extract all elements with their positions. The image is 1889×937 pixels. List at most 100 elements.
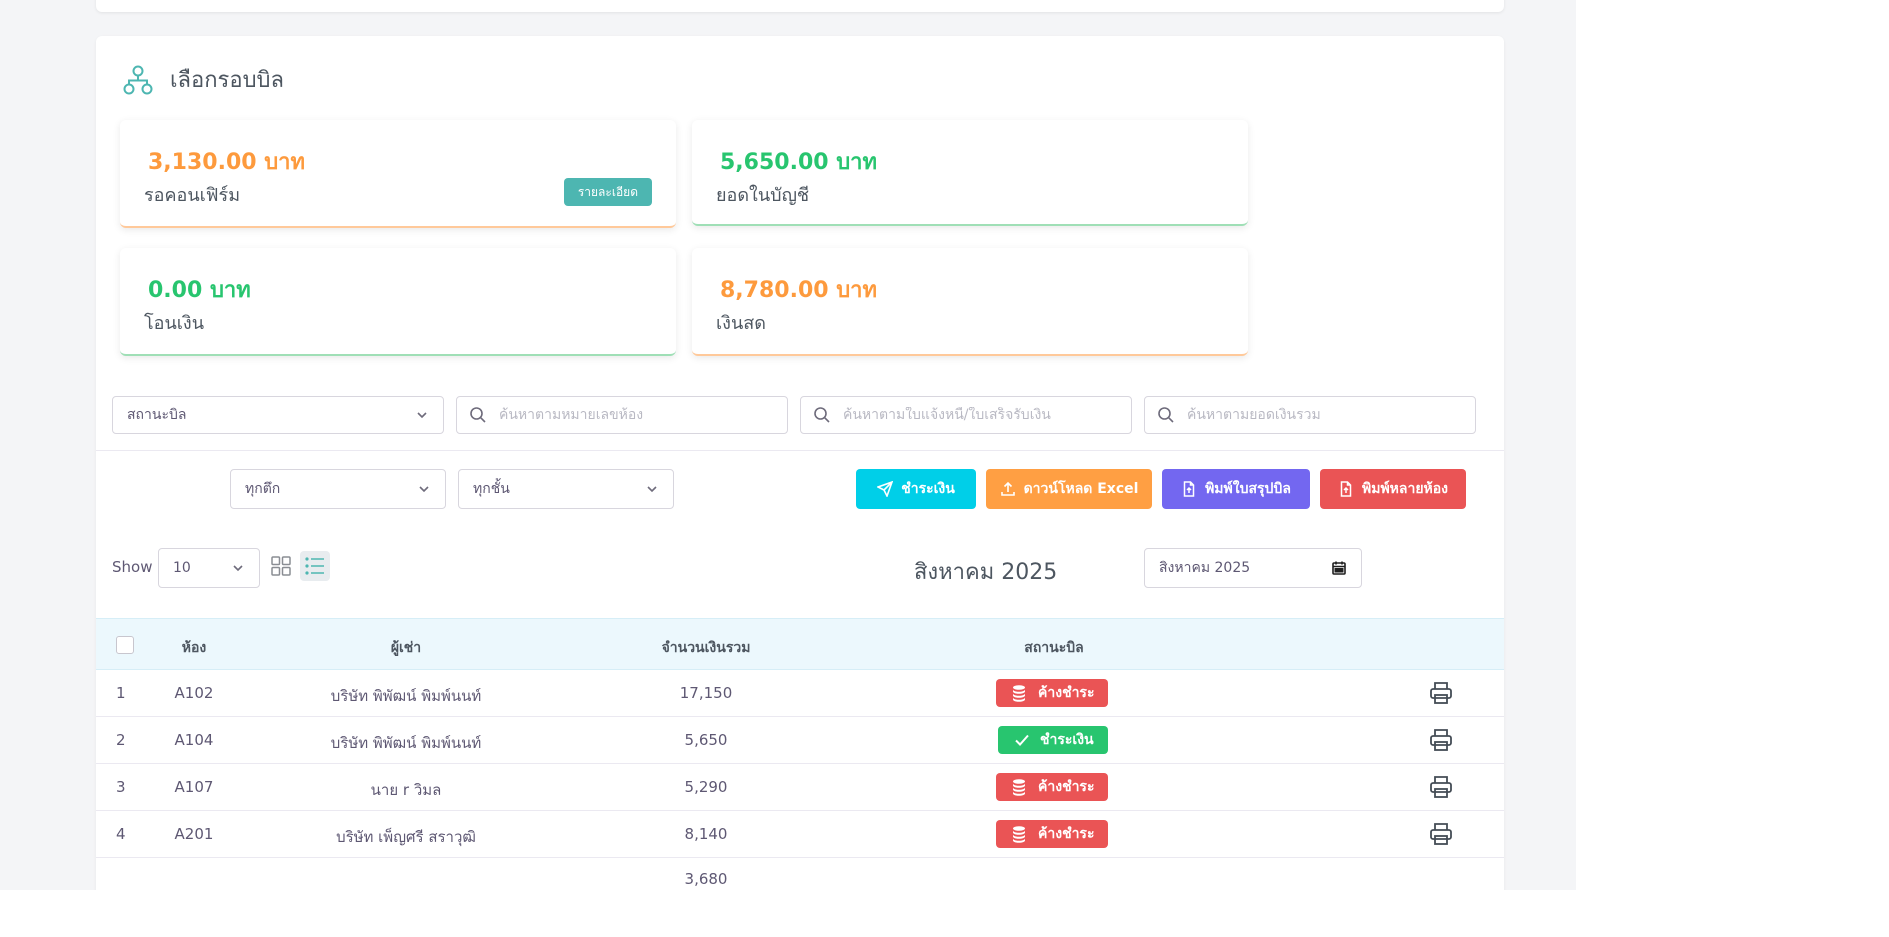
printer-icon[interactable] (1428, 727, 1454, 753)
file-upload-icon (1183, 481, 1195, 497)
row-number: 4 (116, 825, 126, 843)
status-badge[interactable]: ค้างชำระ (996, 773, 1109, 801)
button-label: พิมพ์หลายห้อง (1361, 481, 1449, 497)
stat-label: โอนเงิน (144, 313, 205, 334)
table-row[interactable]: 3 A107 นาย r วิมล 5,290 ค้างชำระ (96, 764, 1504, 811)
list-icon (305, 557, 324, 575)
download-excel-button[interactable]: ดาวน์โหลด Excel (986, 469, 1152, 509)
stat-label: รอคอนเฟิร์ม (144, 185, 241, 206)
send-icon (877, 481, 894, 497)
table-row[interactable]: 1 A102 บริษัท พิพัฒน์ พิมพ์นนท์ 17,150 ค… (96, 670, 1504, 717)
tenant-cell: บริษัท เพ็ญศรี สราวุฒิ (336, 828, 476, 846)
status-badge[interactable]: ชำระเงิน (998, 726, 1108, 754)
print-multiple-button[interactable]: พิมพ์หลายห้อง (1320, 469, 1466, 509)
col-total: จำนวนเงินรวม (661, 640, 751, 656)
status-label: ค้างชำระ (1038, 779, 1095, 795)
printer-icon[interactable] (1428, 680, 1454, 706)
row-number: 1 (116, 684, 126, 702)
button-label: ชำระเงิน (901, 481, 955, 497)
select-value: ทุกชั้น (473, 481, 510, 497)
status-label: ค้างชำระ (1038, 685, 1095, 701)
chevron-down-icon (647, 486, 657, 493)
total-search[interactable] (1144, 396, 1476, 434)
room-search-input[interactable] (499, 407, 775, 423)
col-room: ห้อง (181, 640, 207, 656)
upload-icon (1000, 481, 1015, 496)
stat-label: ยอดในบัญชี (716, 185, 810, 206)
stat-amount: 5,650.00 บาท (720, 150, 878, 175)
previous-card (96, 0, 1504, 12)
stat-amount: 8,780.00 บาท (720, 278, 878, 303)
stat-pending-confirm: 3,130.00 บาท รอคอนเฟิร์ม รายละเอียด (120, 120, 676, 228)
room-cell: A102 (174, 684, 214, 702)
printer-icon[interactable] (1428, 821, 1454, 847)
select-value: 10 (173, 560, 191, 576)
row-number: 3 (116, 778, 126, 796)
pay-button[interactable]: ชำระเงิน (856, 469, 976, 509)
month-picker[interactable]: สิงหาคม 2025 (1144, 548, 1362, 588)
bill-status-select[interactable]: สถานะบิล (112, 396, 444, 434)
chevron-down-icon (417, 412, 427, 419)
room-cell: A107 (174, 778, 214, 796)
total-cell: 5,650 (684, 731, 728, 749)
search-icon (814, 407, 830, 423)
chevron-down-icon (233, 565, 243, 572)
coins-icon (1013, 826, 1025, 843)
bill-cycle-panel: เลือกรอบบิล 3,130.00 บาท รอคอนเฟิร์ม ราย… (96, 36, 1504, 890)
room-search[interactable] (456, 396, 788, 434)
stat-account-balance: 5,650.00 บาท ยอดในบัญชี (692, 120, 1248, 226)
status-label: ชำระเงิน (1040, 732, 1094, 748)
floor-select[interactable]: ทุกชั้น (458, 469, 674, 509)
button-label: พิมพ์ใบสรุปบิล (1205, 481, 1291, 497)
building-select[interactable]: ทุกตึก (230, 469, 446, 509)
list-view-toggle[interactable] (300, 551, 330, 581)
show-label: Show (112, 558, 153, 576)
status-badge[interactable]: ค้างชำระ (996, 820, 1109, 848)
table-header: ห้อง ผู้เช่า จำนวนเงินรวม สถานะบิล (96, 618, 1504, 670)
table-row[interactable]: 4 A201 บริษัท เพ็ญศรี สราวุฒิ 8,140 ค้าง… (96, 811, 1504, 858)
grid-view-toggle[interactable] (266, 551, 296, 581)
search-icon (1158, 407, 1174, 423)
tenant-cell: บริษัท พิพัฒน์ พิมพ์นนท์ (330, 687, 482, 705)
room-cell: A104 (174, 731, 214, 749)
month-value: สิงหาคม 2025 (1159, 560, 1251, 576)
file-upload-icon (1340, 481, 1352, 497)
search-icon (470, 407, 486, 423)
viewport: เลือกรอบบิล 3,130.00 บาท รอคอนเฟิร์ม ราย… (0, 0, 1576, 890)
printer-icon[interactable] (1428, 774, 1454, 800)
panel-header: เลือกรอบบิล (122, 62, 284, 97)
grid-icon (271, 556, 291, 576)
month-title: สิงหาคม 2025 (914, 560, 1058, 585)
page-size-select[interactable]: 10 (158, 548, 260, 588)
total-cell: 3,680 (684, 870, 728, 888)
select-all-checkbox[interactable] (116, 636, 134, 654)
col-tenant: ผู้เช่า (390, 640, 422, 656)
invoice-search[interactable] (800, 396, 1132, 434)
sitemap-icon (123, 65, 153, 94)
panel-title: เลือกรอบบิล (170, 68, 284, 93)
calendar-icon (1332, 561, 1346, 575)
invoice-search-input[interactable] (843, 407, 1119, 423)
stat-label: เงินสด (716, 313, 766, 334)
check-icon (1015, 734, 1029, 746)
table-row[interactable]: 3,680 (96, 858, 1504, 890)
total-cell: 5,290 (684, 778, 728, 796)
coins-icon (1013, 779, 1025, 796)
total-search-input[interactable] (1187, 407, 1463, 423)
status-label: ค้างชำระ (1038, 826, 1095, 842)
total-cell: 8,140 (684, 825, 728, 843)
row-number: 2 (116, 731, 126, 749)
chevron-down-icon (419, 486, 429, 493)
total-cell: 17,150 (679, 684, 733, 702)
table-row[interactable]: 2 A104 บริษัท พิพัฒน์ พิมพ์นนท์ 5,650 ชำ… (96, 717, 1504, 764)
coins-icon (1013, 685, 1025, 702)
tenant-cell: บริษัท พิพัฒน์ พิมพ์นนท์ (330, 734, 482, 752)
details-button[interactable]: รายละเอียด (563, 178, 652, 206)
room-cell: A201 (174, 825, 214, 843)
stat-amount: 3,130.00 บาท (148, 150, 306, 175)
stat-transfer: 0.00 บาท โอนเงิน (120, 248, 676, 356)
select-value: ทุกตึก (245, 481, 281, 497)
status-badge[interactable]: ค้างชำระ (996, 679, 1109, 707)
print-summary-button[interactable]: พิมพ์ใบสรุปบิล (1162, 469, 1310, 509)
tenant-cell: นาย r วิมล (370, 781, 442, 799)
